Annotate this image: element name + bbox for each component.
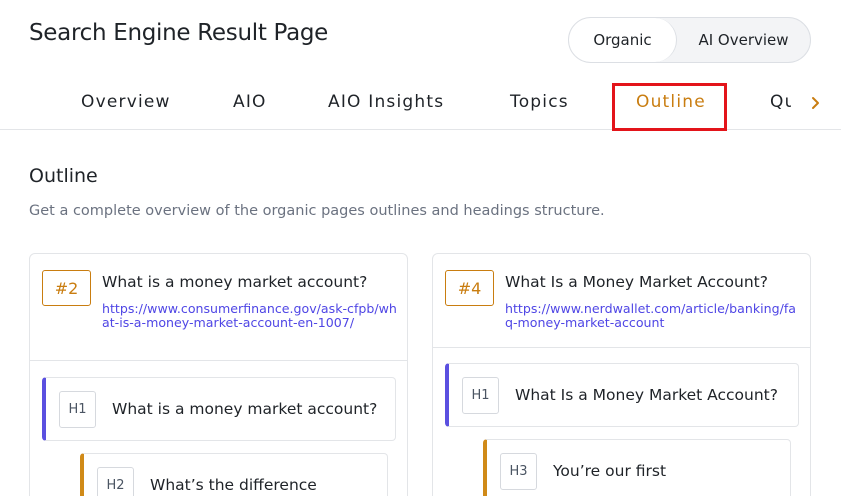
result-url-link[interactable]: https://www.consumerfinance.gov/ask-cfpb… [102,302,397,330]
tab-bar: Overview AIO AIO Insights Topics Outline… [0,80,841,131]
tab-aio-insights[interactable]: AIO Insights [328,92,444,112]
tab-topics[interactable]: Topics [510,92,569,112]
tab-overview[interactable]: Overview [81,92,171,112]
heading-text: What Is a Money Market Account? [515,386,778,404]
section-title: Outline [29,165,98,187]
heading-text: What’s the difference [150,476,317,494]
result-url-link[interactable]: https://www.nerdwallet.com/article/banki… [505,302,800,330]
heading-row: H3 You’re our first [483,439,791,496]
heading-row: H1 What Is a Money Market Account? [445,363,799,427]
heading-row: H1 What is a money market account? [42,377,396,441]
heading-level-tag: H1 [59,390,96,428]
page-title: Search Engine Result Page [29,20,329,46]
organic-toggle-button[interactable]: Organic [569,18,677,62]
heading-level-tag: H3 [500,452,537,490]
tab-aio[interactable]: AIO [233,92,267,112]
result-card: #2 What is a money market account? https… [29,253,408,496]
scroll-right-button[interactable] [804,90,828,116]
rank-badge: #2 [42,270,91,306]
result-card-header: #2 What is a money market account? https… [30,254,407,361]
result-title: What Is a Money Market Account? [505,273,768,291]
heading-row: H2 What’s the difference [80,453,388,496]
tab-clipped[interactable]: Qu [770,92,791,112]
result-card-header: #4 What Is a Money Market Account? https… [433,254,810,348]
section-description: Get a complete overview of the organic p… [29,203,605,219]
tab-outline[interactable]: Outline [636,92,706,112]
heading-level-tag: H2 [97,466,134,496]
ai-overview-toggle-button[interactable]: AI Overview [677,18,810,62]
view-toggle: Organic AI Overview [568,17,811,63]
heading-level-tag: H1 [462,376,499,414]
result-card: #4 What Is a Money Market Account? https… [432,253,811,496]
heading-text: What is a money market account? [112,400,378,418]
rank-badge: #4 [445,270,494,306]
heading-text: You’re our first [553,462,667,480]
result-title: What is a money market account? [102,273,368,291]
chevron-right-icon [812,97,819,109]
